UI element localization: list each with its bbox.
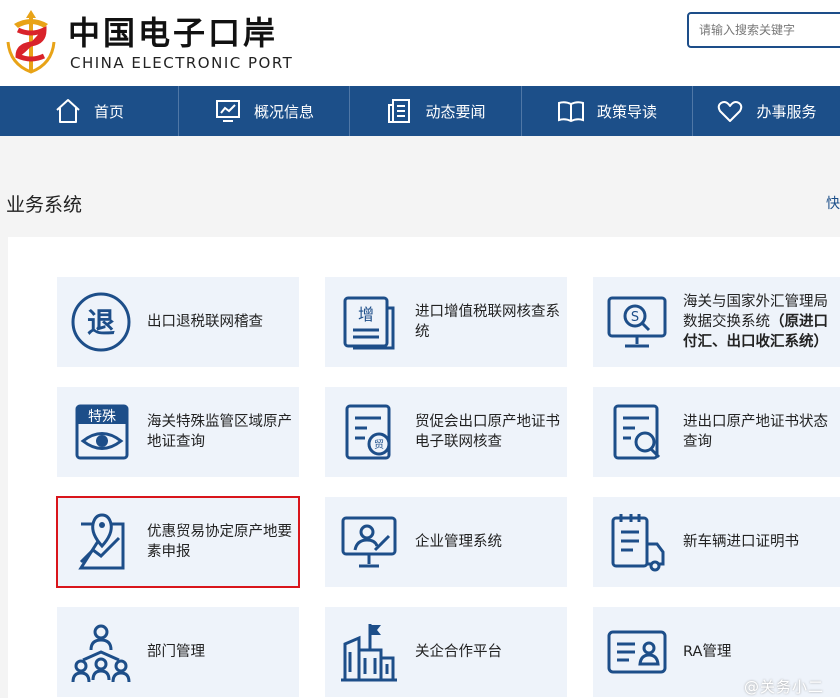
tui-badge-icon: 退 bbox=[71, 292, 131, 352]
card-department-management[interactable]: 部门管理 bbox=[57, 607, 299, 697]
logo-title-cn[interactable]: 中国电子口岸 bbox=[68, 8, 278, 54]
card-enterprise-management[interactable]: 企业管理系统 bbox=[325, 497, 567, 587]
card-label: 出口退税联网稽查 bbox=[147, 314, 263, 330]
news-icon bbox=[388, 99, 411, 123]
card-label: 新车辆进口证明书 bbox=[683, 534, 799, 550]
card-new-vehicle-import-cert[interactable]: 新车辆进口证明书 bbox=[593, 497, 840, 587]
nav-item-overview[interactable]: 概况信息 bbox=[179, 86, 350, 136]
zeng-document-icon: 增 bbox=[343, 296, 395, 350]
svg-text:贸: 贸 bbox=[374, 439, 384, 451]
building-flag-icon bbox=[341, 624, 397, 682]
card-export-tax-refund-audit[interactable]: 退 出口退税联网稽查 bbox=[57, 277, 299, 367]
card-label: 企业管理系统 bbox=[415, 534, 502, 550]
watermark: @关务小二 bbox=[744, 678, 825, 696]
clipboard-truck-icon bbox=[611, 514, 665, 572]
search-input[interactable] bbox=[689, 14, 839, 46]
certificate-search-icon bbox=[613, 404, 661, 460]
home-icon bbox=[56, 99, 80, 123]
nav-item-policy[interactable]: 政策导读 bbox=[522, 86, 693, 136]
card-label: RA管理 bbox=[683, 644, 732, 660]
quick-link[interactable]: 快 bbox=[826, 193, 840, 213]
card-label: 关企合作平台 bbox=[415, 644, 502, 660]
card-forex-data-exchange[interactable]: S 海关与国家外汇管理局数据交换系统（原进口付汇、出口收汇系统） bbox=[593, 277, 840, 367]
card-label: 海关特殊监管区域原产地证查询 bbox=[147, 414, 292, 450]
nav-item-label: 首页 bbox=[93, 102, 124, 121]
nav-item-label: 概况信息 bbox=[253, 102, 314, 121]
nav-item-label: 办事服务 bbox=[756, 102, 817, 121]
heart-icon bbox=[718, 101, 743, 122]
svg-text:增: 增 bbox=[358, 305, 374, 324]
book-icon bbox=[557, 101, 584, 123]
logo-title-en: CHINA ELECTRONIC PORT bbox=[70, 54, 294, 72]
card-label: 进口增值税联网核查系统 bbox=[415, 304, 560, 340]
card-customs-enterprise-platform[interactable]: 关企合作平台 bbox=[325, 607, 567, 697]
org-chart-icon bbox=[71, 624, 131, 683]
card-label: 进出口原产地证书状态查询 bbox=[683, 414, 828, 450]
svg-text:特殊: 特殊 bbox=[88, 409, 116, 425]
section-title: 业务系统 bbox=[6, 194, 83, 216]
nav-item-label: 政策导读 bbox=[596, 102, 657, 121]
card-ccpit-origin-check[interactable]: 贸 贸促会出口原产地证书电子联网核查 bbox=[325, 387, 567, 477]
card-label: 部门管理 bbox=[147, 644, 205, 660]
nav-item-home[interactable]: 首页 bbox=[0, 86, 179, 136]
svg-text:退: 退 bbox=[87, 306, 115, 339]
card-import-vat-check[interactable]: 增 进口增值税联网核查系统 bbox=[325, 277, 567, 367]
special-eye-icon: 特殊 bbox=[75, 404, 129, 460]
customs-emblem-logo[interactable] bbox=[4, 6, 58, 76]
svg-text:S: S bbox=[631, 310, 639, 325]
id-card-icon bbox=[607, 630, 667, 674]
nav-item-news[interactable]: 动态要闻 bbox=[350, 86, 522, 136]
nav-item-label: 动态要闻 bbox=[425, 102, 486, 121]
card-label: 海关与国家外汇管理局数据交换系统（原进口付汇、出口收汇系统） bbox=[683, 292, 840, 352]
card-preferential-origin-declaration[interactable]: 优惠贸易协定原产地要素申报 bbox=[56, 496, 300, 588]
presentation-user-icon bbox=[341, 516, 397, 568]
monitor-search-icon: S bbox=[607, 296, 667, 348]
certificate-trade-icon: 贸 bbox=[345, 404, 391, 460]
map-pin-chart-icon bbox=[78, 513, 125, 570]
chart-icon bbox=[215, 100, 240, 122]
card-special-zone-origin[interactable]: 特殊 海关特殊监管区域原产地证查询 bbox=[57, 387, 299, 477]
site-header: 中国电子口岸 CHINA ELECTRONIC PORT bbox=[0, 0, 840, 86]
nav-item-services[interactable]: 办事服务 bbox=[693, 86, 840, 136]
card-origin-cert-status[interactable]: 进出口原产地证书状态查询 bbox=[593, 387, 840, 477]
main-nav: 首页 概况信息 动态要闻 政策导读 办事服务 bbox=[0, 86, 840, 136]
card-label: 贸促会出口原产地证书电子联网核查 bbox=[415, 414, 560, 450]
card-label: 优惠贸易协定原产地要素申报 bbox=[147, 524, 292, 560]
search-box bbox=[687, 12, 840, 48]
